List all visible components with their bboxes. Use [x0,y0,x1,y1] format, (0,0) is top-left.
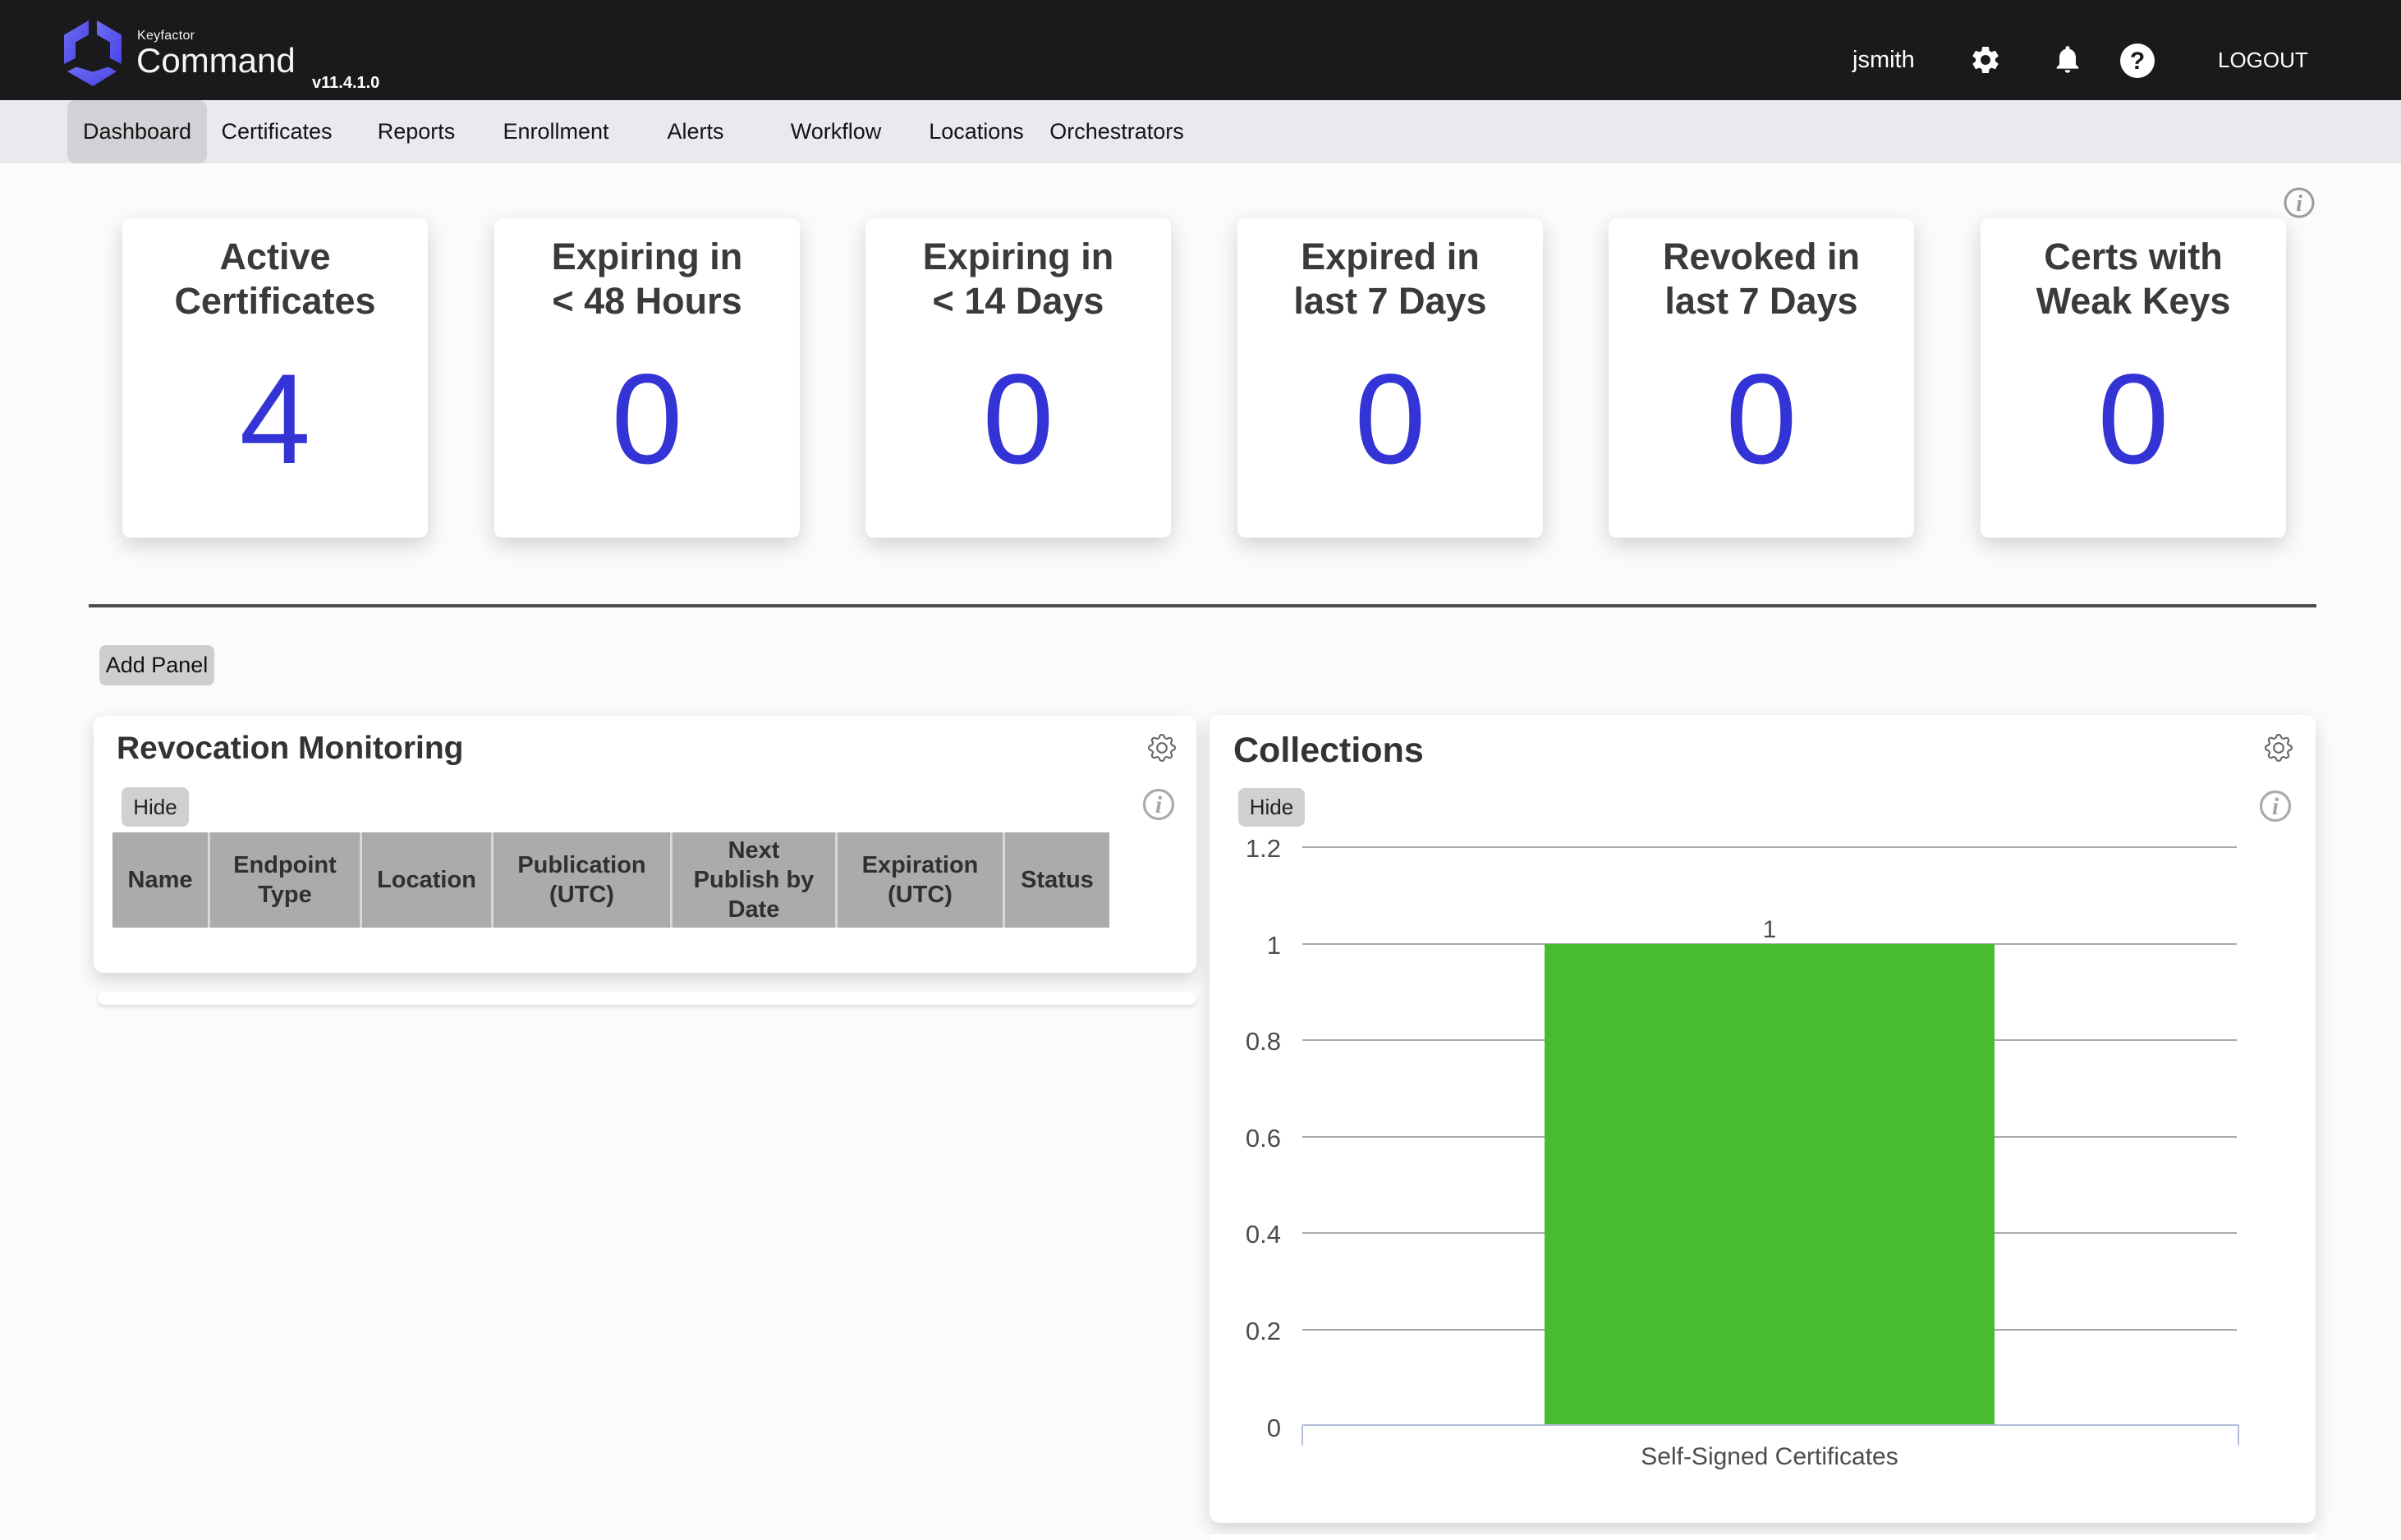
svg-text:i: i [2272,793,2279,820]
svg-text:i: i [1155,791,1163,818]
svg-text:i: i [2296,191,2302,217]
svg-text:?: ? [2130,48,2145,75]
